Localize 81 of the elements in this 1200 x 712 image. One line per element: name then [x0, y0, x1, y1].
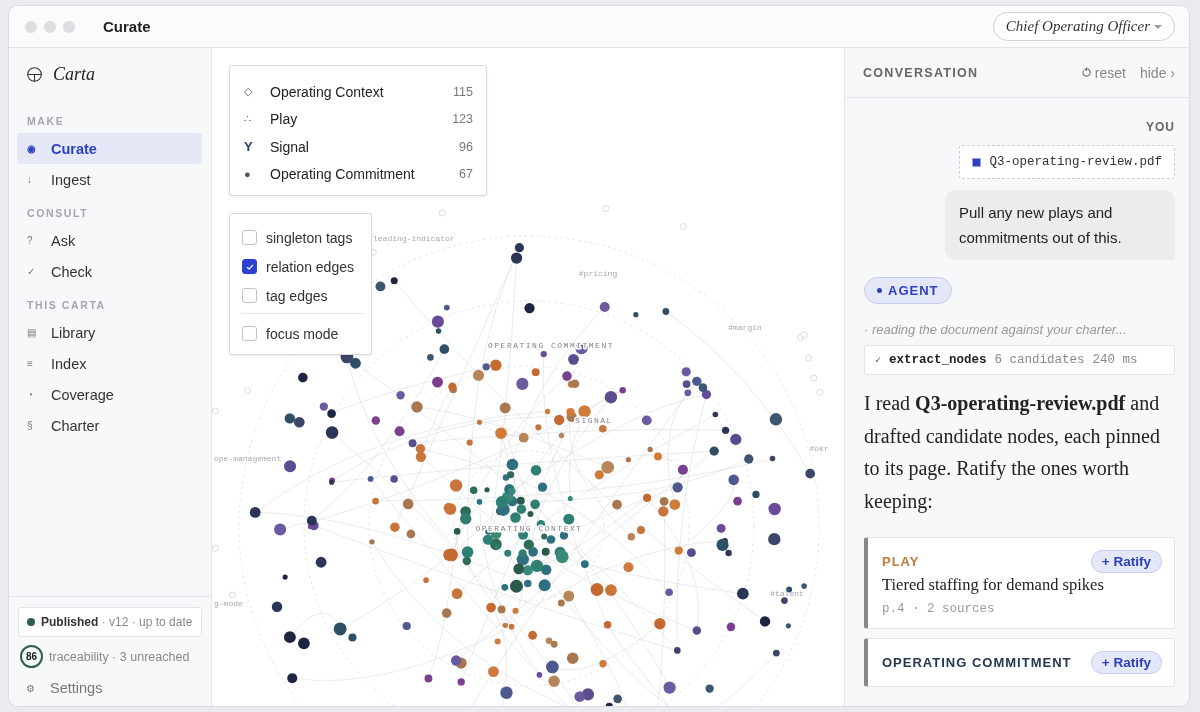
- sidebar-item[interactable]: ? Ask: [17, 225, 202, 256]
- checkbox[interactable]: [242, 288, 257, 303]
- window-control-icon[interactable]: [25, 20, 37, 33]
- legend-label: Operating Context: [270, 83, 385, 100]
- brand-name: Carta: [53, 64, 95, 85]
- sender-label: YOU: [1146, 120, 1175, 134]
- tag-label: g-mode: [214, 599, 243, 608]
- reset-icon: [1080, 67, 1092, 78]
- tag-label: leading-indicator: [373, 234, 455, 243]
- agent-reply: I read Q3-operating-review.pdf and drafted candidate nodes, each pinned to its page. Ratify the ones worth keeping:: [864, 391, 1161, 515]
- section-heading: THIS CARTA: [26, 298, 107, 313]
- node-type: OPERATING COMMITMENT: [882, 655, 1072, 670]
- nav-icon: ✓: [27, 266, 51, 277]
- role-dropdown[interactable]: Chief Operating Officer: [992, 12, 1175, 41]
- checkbox-label: tag edges: [266, 287, 328, 304]
- cluster-label: OPERATING CONTEXT: [475, 524, 583, 533]
- legend-label: Play: [270, 111, 299, 128]
- settings-icon: ⚙: [26, 682, 50, 694]
- panel-title: CONVERSATION: [863, 65, 979, 80]
- legend-count: 123: [452, 112, 473, 127]
- node-type: PLAY: [882, 554, 920, 569]
- sidebar-item[interactable]: ◉ Curate: [17, 133, 202, 164]
- sidebar-item[interactable]: ≡ Index: [17, 348, 202, 379]
- sidebar-item[interactable]: ↓ Ingest: [17, 164, 202, 195]
- score-badge: 86: [20, 645, 43, 668]
- candidate-meta: p.4 · 2 sources: [882, 602, 996, 616]
- section-heading: CONSULT: [26, 206, 90, 221]
- ratify-button[interactable]: + Ratify: [1090, 550, 1162, 573]
- sidebar-item[interactable]: ✓ Check: [17, 256, 202, 287]
- window-control-icon[interactable]: [44, 20, 56, 33]
- caret-icon: [1154, 24, 1162, 29]
- tool-result: 6 candidates: [994, 353, 1085, 367]
- legend-label: Operating Commitment: [270, 166, 416, 183]
- sidebar-item[interactable]: § Charter: [17, 410, 202, 441]
- nav-icon: ↓: [27, 174, 51, 185]
- window-title: Curate: [103, 18, 151, 35]
- tag-label: #talent: [770, 589, 804, 598]
- tag-label: #okr: [809, 444, 829, 453]
- candidate-title: Tiered staffing for demand spikes: [882, 575, 1105, 595]
- sidebar-item[interactable]: ◔ Coverage: [17, 379, 202, 410]
- check-icon: ✓: [875, 354, 882, 366]
- sidebar-item[interactable]: ▤ Library: [17, 317, 202, 348]
- attachment-chip[interactable]: Q3-operating-review.pdf: [959, 145, 1175, 179]
- tool-time: 240 ms: [1092, 353, 1138, 367]
- legend-glyph: Y: [244, 139, 254, 155]
- legend-count: 96: [459, 139, 473, 154]
- legend-label: Signal: [270, 138, 310, 155]
- agent-badge: AGENT: [864, 277, 952, 304]
- status-text: · reading the document against your charter...: [864, 322, 1128, 337]
- traceability-text: traceability · 3 unreached: [49, 649, 190, 664]
- checkbox-label: focus mode: [266, 325, 339, 342]
- nav-icon: ◉: [27, 143, 51, 154]
- legend-count: 67: [459, 167, 473, 182]
- nav-icon: ▤: [27, 327, 51, 338]
- checkbox-label: singleton tags: [266, 229, 353, 246]
- window-control-icon[interactable]: [63, 20, 75, 33]
- ratify-button[interactable]: + Ratify: [1090, 651, 1162, 674]
- checkbox-label: relation edges: [266, 258, 354, 275]
- tag-label: ope-management: [214, 454, 282, 463]
- nav-icon: ?: [27, 235, 51, 246]
- cluster-label: SIGNAL: [575, 416, 613, 425]
- legend-count: 115: [453, 84, 473, 99]
- file-icon: [972, 157, 982, 167]
- nav-icon: §: [27, 420, 51, 431]
- checkbox[interactable]: [242, 230, 257, 245]
- section-heading: MAKE: [26, 114, 66, 129]
- legend-glyph: ◇: [244, 85, 253, 99]
- logo-icon: [26, 66, 43, 83]
- tool-name: extract_nodes: [889, 353, 987, 367]
- tag-label: #pricing: [578, 269, 618, 278]
- message-bubble: Pull any new plays and commitments out of this.: [945, 190, 1175, 260]
- nav-icon: ◔: [27, 389, 51, 400]
- checkbox[interactable]: [242, 326, 257, 341]
- tag-label: #margin: [728, 323, 762, 332]
- nav-icon: ≡: [27, 358, 51, 369]
- settings-link[interactable]: ⚙ Settings: [18, 676, 202, 700]
- status-text: Published · v12 · up to date: [41, 615, 193, 629]
- legend-glyph: ●: [244, 168, 252, 181]
- hide-button[interactable]: hide ›: [1139, 64, 1175, 81]
- checkbox[interactable]: [242, 259, 257, 274]
- legend-glyph: ∴: [244, 112, 252, 126]
